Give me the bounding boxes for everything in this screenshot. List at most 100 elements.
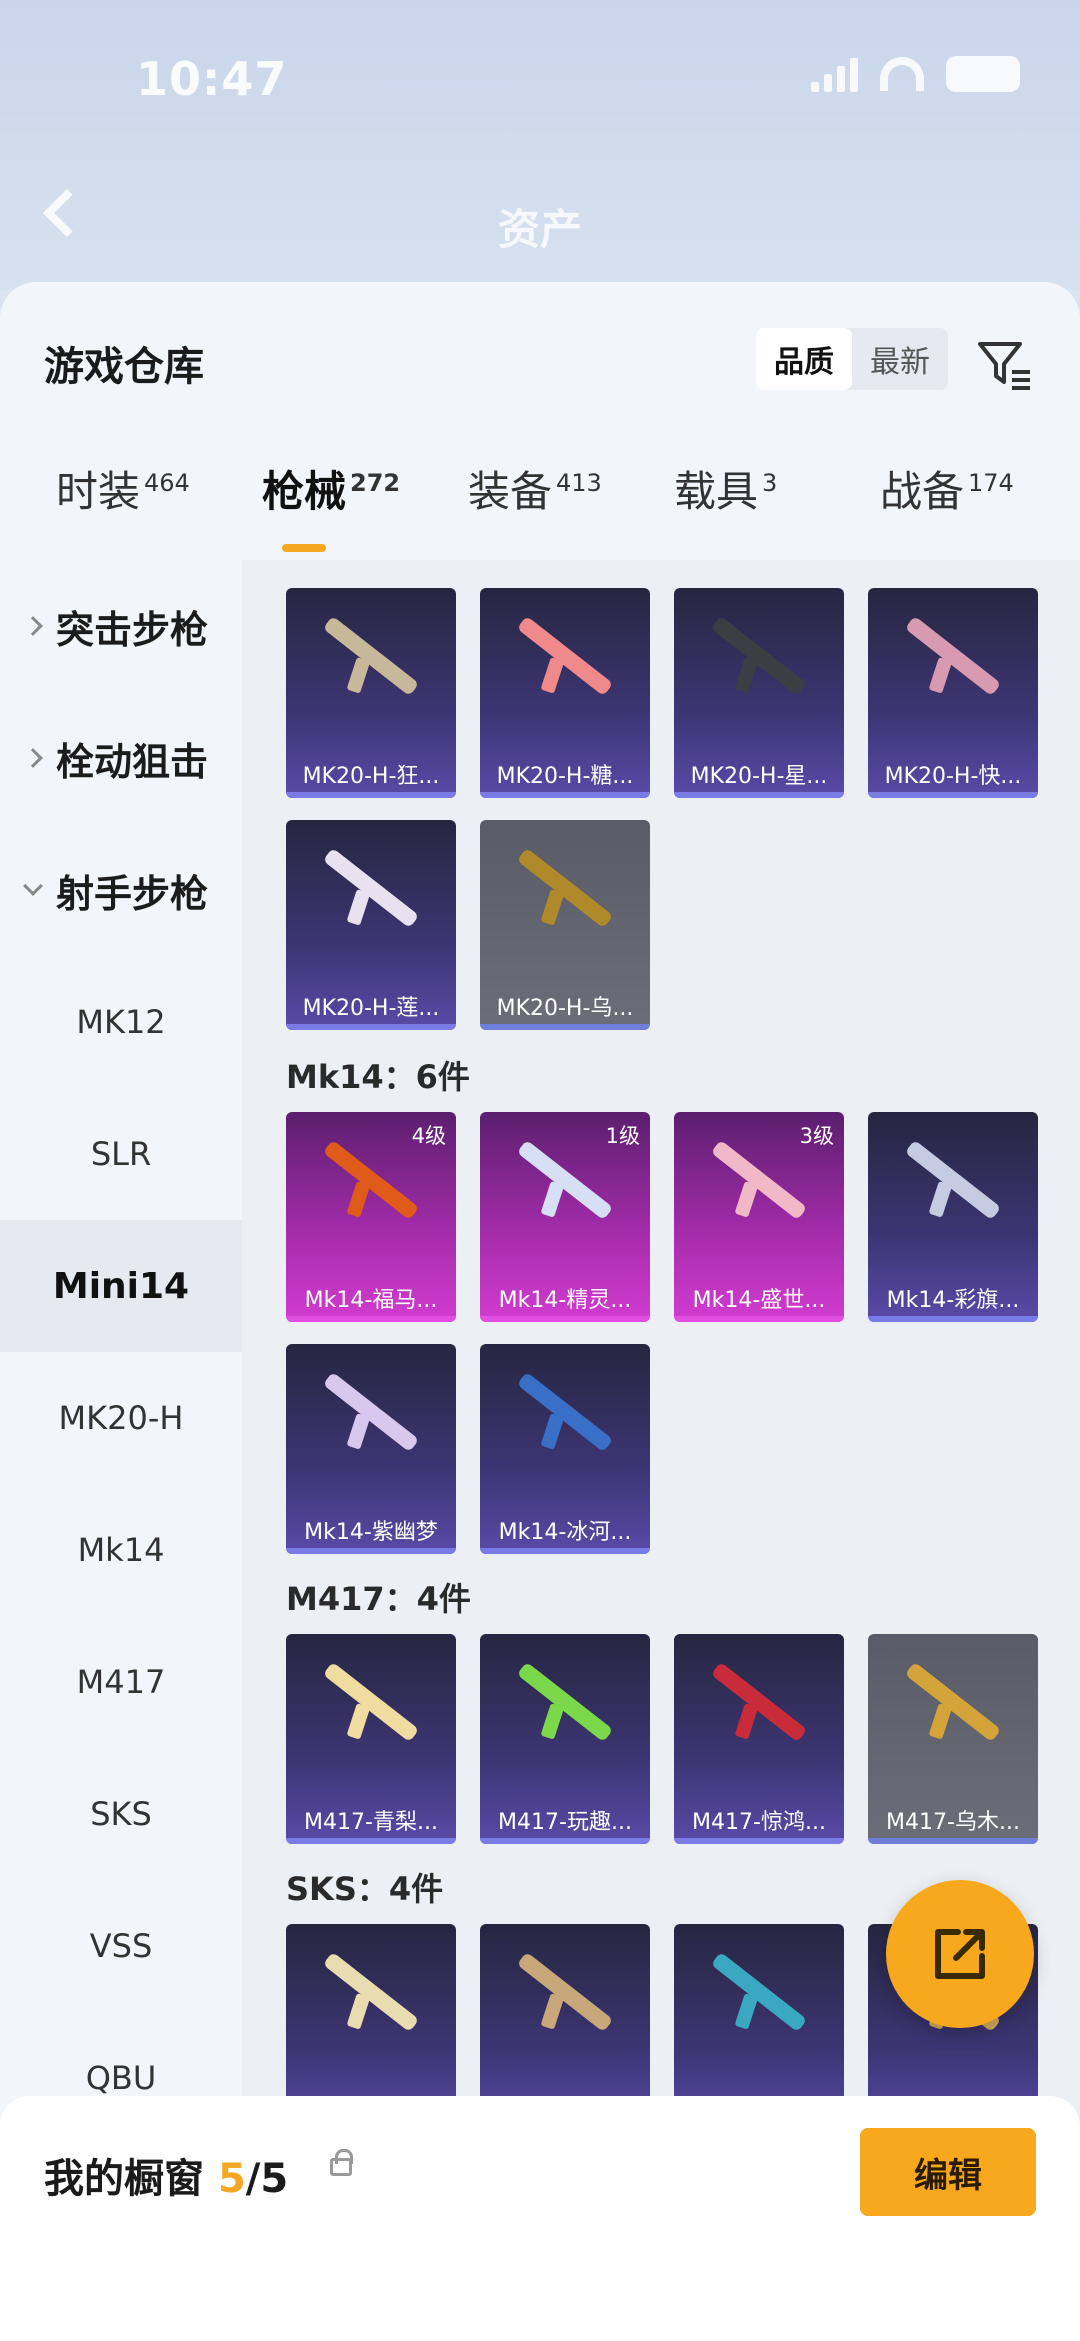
skin-name: MK20-H-狂... bbox=[302, 764, 440, 789]
warehouse-sheet: 游戏仓库 品质 最新 时装 464 枪械 272 装备 413 载具 3 战备 174 突… bbox=[0, 282, 1080, 2341]
rifle-icon bbox=[516, 1371, 614, 1453]
sidebar-item-mk20h[interactable]: MK20-H bbox=[0, 1352, 242, 1484]
sidebar-item-vss[interactable]: VSS bbox=[0, 1880, 242, 2012]
rifle-icon bbox=[322, 1139, 420, 1221]
rifle-icon bbox=[516, 1139, 614, 1221]
share-button[interactable] bbox=[886, 1880, 1034, 2028]
skin-card[interactable]: MK20-H-快... bbox=[868, 588, 1038, 798]
rifle-icon bbox=[904, 615, 1002, 697]
skin-card[interactable]: Mk14-冰河... bbox=[480, 1344, 650, 1554]
sidebar-item-label: 栓动狙击 bbox=[56, 739, 209, 784]
section-title-m417: M417：4件 bbox=[286, 1580, 471, 1618]
tab-equipment[interactable]: 装备 413 bbox=[468, 458, 602, 519]
skin-card[interactable]: 3级 Mk14-盛世... bbox=[674, 1112, 844, 1322]
chevron-down-icon bbox=[23, 876, 43, 896]
signal-icon bbox=[811, 56, 858, 92]
sort-toggle: 品质 最新 bbox=[756, 328, 948, 390]
sidebar-item-mk12[interactable]: MK12 bbox=[0, 956, 242, 1088]
skin-card[interactable]: MK20-H-乌... bbox=[480, 820, 650, 1030]
tab-label: 枪械 bbox=[262, 467, 347, 516]
skin-name: MK20-H-乌... bbox=[496, 996, 634, 1021]
showcase-title: 我的橱窗 bbox=[44, 2156, 204, 2202]
skin-card[interactable]: M417-青梨... bbox=[286, 1634, 456, 1844]
level-badge: 4级 bbox=[411, 1124, 446, 1148]
sidebar-item-label: 射手步枪 bbox=[56, 871, 209, 916]
sort-quality-button[interactable]: 品质 bbox=[756, 328, 852, 390]
tab-count: 464 bbox=[144, 469, 190, 497]
status-time: 10:47 bbox=[136, 52, 288, 106]
skin-card[interactable]: Mk14-彩旗... bbox=[868, 1112, 1038, 1322]
filter-icon[interactable] bbox=[974, 334, 1034, 394]
section-title-sks: SKS：4件 bbox=[286, 1870, 444, 1908]
sidebar-item-marksman-rifles[interactable]: 射手步枪 bbox=[0, 824, 242, 956]
status-icons bbox=[811, 56, 1020, 92]
rifle-icon bbox=[516, 847, 614, 929]
skin-card[interactable]: MK20-H-糖... bbox=[480, 588, 650, 798]
rifle-icon bbox=[904, 1661, 1002, 1743]
skin-card[interactable]: MK20-H-狂... bbox=[286, 588, 456, 798]
level-badge: 1级 bbox=[605, 1124, 640, 1148]
skin-name: MK20-H-莲... bbox=[302, 996, 440, 1021]
showcase-current: 5 bbox=[217, 2156, 246, 2202]
skin-card[interactable]: M417-惊鸿... bbox=[674, 1634, 844, 1844]
skin-card[interactable]: M417-玩趣... bbox=[480, 1634, 650, 1844]
skin-card[interactable]: M417-乌木... bbox=[868, 1634, 1038, 1844]
chevron-right-icon bbox=[23, 616, 43, 636]
skin-name: M417-乌木... bbox=[886, 1810, 1020, 1835]
skin-name: Mk14-彩旗... bbox=[886, 1288, 1020, 1313]
section-title-mk14: Mk14：6件 bbox=[286, 1058, 470, 1096]
showcase-bar: 我的橱窗 5/5 编辑 bbox=[0, 2096, 1080, 2341]
rifle-icon bbox=[516, 615, 614, 697]
sidebar-item-m417[interactable]: M417 bbox=[0, 1616, 242, 1748]
lock-icon bbox=[330, 2149, 353, 2176]
sort-newest-button[interactable]: 最新 bbox=[852, 328, 948, 390]
rifle-icon bbox=[322, 847, 420, 929]
rifle-icon bbox=[710, 1951, 808, 2033]
active-tab-indicator bbox=[282, 544, 326, 552]
rifle-icon bbox=[710, 1139, 808, 1221]
rifle-icon bbox=[904, 1139, 1002, 1221]
weapon-category-sidebar: 突击步枪 栓动狙击 射手步枪 MK12 SLR Mini14 MK20-H Mk… bbox=[0, 560, 242, 2341]
skin-card[interactable]: MK20-H-星... bbox=[674, 588, 844, 798]
skin-name: M417-惊鸿... bbox=[692, 1810, 826, 1835]
tab-vehicles[interactable]: 载具 3 bbox=[674, 458, 777, 519]
tab-label: 装备 bbox=[468, 467, 553, 516]
skin-card[interactable]: 1级 Mk14-精灵... bbox=[480, 1112, 650, 1322]
page-title: 资产 bbox=[497, 205, 582, 254]
sidebar-item-bolt-action[interactable]: 栓动狙击 bbox=[0, 692, 242, 824]
skin-grid: MK20-H-狂... MK20-H-糖... MK20-H-星... MK20… bbox=[242, 560, 1080, 2341]
sidebar-item-mini14[interactable]: Mini14 bbox=[0, 1220, 242, 1352]
tab-count: 413 bbox=[556, 469, 602, 497]
skin-name: Mk14-福马... bbox=[304, 1288, 438, 1313]
category-tabs: 时装 464 枪械 272 装备 413 载具 3 战备 174 bbox=[0, 458, 1080, 558]
skin-name: Mk14-冰河... bbox=[498, 1520, 632, 1545]
skin-card[interactable]: 4级 Mk14-福马... bbox=[286, 1112, 456, 1322]
chevron-right-icon bbox=[23, 748, 43, 768]
skin-name: Mk14-紫幽梦 bbox=[304, 1520, 438, 1545]
skin-card[interactable]: MK20-H-莲... bbox=[286, 820, 456, 1030]
tab-supplies[interactable]: 战备 174 bbox=[880, 458, 1014, 519]
sidebar-item-mk14[interactable]: Mk14 bbox=[0, 1484, 242, 1616]
showcase-label: 我的橱窗 5/5 bbox=[44, 2146, 288, 2204]
sidebar-item-assault-rifles[interactable]: 突击步枪 bbox=[0, 560, 242, 692]
rifle-icon bbox=[322, 1951, 420, 2033]
share-icon bbox=[935, 1929, 985, 1979]
tab-outfits[interactable]: 时装 464 bbox=[56, 458, 190, 519]
level-badge: 3级 bbox=[799, 1124, 834, 1148]
sidebar-item-label: 突击步枪 bbox=[56, 607, 209, 652]
rifle-icon bbox=[516, 1951, 614, 2033]
showcase-total: /5 bbox=[245, 2156, 289, 2202]
tab-label: 时装 bbox=[56, 467, 141, 516]
skin-name: M417-玩趣... bbox=[498, 1810, 632, 1835]
edit-button[interactable]: 编辑 bbox=[860, 2128, 1036, 2216]
tab-count: 272 bbox=[350, 469, 401, 497]
skin-name: MK20-H-快... bbox=[884, 764, 1022, 789]
tab-firearms[interactable]: 枪械 272 bbox=[262, 458, 400, 519]
sidebar-item-slr[interactable]: SLR bbox=[0, 1088, 242, 1220]
sidebar-item-sks[interactable]: SKS bbox=[0, 1748, 242, 1880]
tab-label: 载具 bbox=[674, 467, 759, 516]
tab-count: 3 bbox=[762, 469, 778, 497]
tab-count: 174 bbox=[968, 469, 1014, 497]
tab-label: 战备 bbox=[880, 467, 965, 516]
skin-card[interactable]: Mk14-紫幽梦 bbox=[286, 1344, 456, 1554]
